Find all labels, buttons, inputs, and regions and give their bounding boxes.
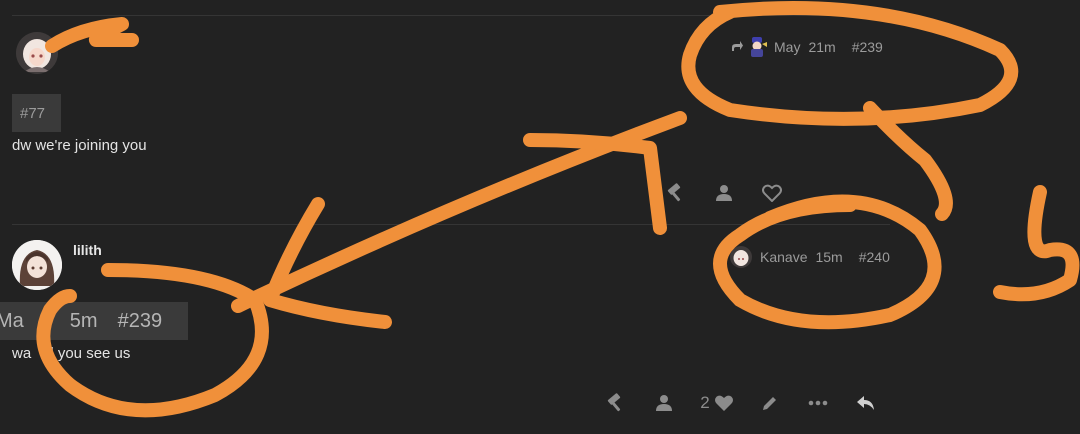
username[interactable]: lilith	[73, 242, 102, 258]
reply-to-chip[interactable]: #77	[12, 94, 61, 132]
tail-reply-meta	[863, 101, 953, 221]
arrow-head-lower	[263, 197, 392, 329]
quote-number: #239	[117, 309, 163, 332]
post-meta-239: May 21m #239	[730, 36, 883, 58]
admin-button[interactable]	[592, 388, 640, 418]
pencil-icon	[761, 394, 779, 412]
hammer-icon	[666, 183, 686, 203]
like-count[interactable]: 2	[700, 393, 709, 413]
edit-button[interactable]	[746, 388, 794, 418]
user-button[interactable]	[700, 178, 748, 208]
annotation-overlay	[36, 1, 1080, 418]
post-number[interactable]: #240	[859, 249, 890, 265]
circle-quote	[36, 263, 269, 418]
arrow-head-upper	[523, 133, 667, 235]
avatar[interactable]	[16, 32, 58, 74]
post-body: dw we're joining you	[12, 137, 147, 154]
reply-icon	[856, 394, 876, 412]
heart-icon	[762, 184, 782, 202]
post-time[interactable]: 21m	[808, 39, 835, 55]
like-button[interactable]: 2	[688, 388, 746, 418]
avatar[interactable]	[12, 240, 62, 290]
reply-button[interactable]	[842, 388, 890, 418]
number-five	[993, 185, 1080, 302]
user-button[interactable]	[640, 388, 688, 418]
reply-author[interactable]: May	[774, 39, 800, 55]
post-divider	[12, 224, 890, 225]
circle-reply-meta	[681, 1, 1019, 126]
more-button[interactable]	[794, 388, 842, 418]
post-actions-bottom: 2	[592, 388, 890, 418]
post-meta-240: Kanave 15m #240	[730, 246, 890, 268]
scribble-username	[45, 17, 139, 53]
avatar[interactable]	[748, 36, 768, 58]
reply-to-number: #77	[20, 104, 46, 122]
avatar[interactable]	[730, 246, 752, 268]
admin-button[interactable]	[652, 178, 700, 208]
user-icon	[655, 394, 673, 412]
like-button[interactable]	[748, 178, 796, 208]
reply-author[interactable]: Kanave	[760, 249, 807, 265]
post-number[interactable]: #239	[852, 39, 883, 55]
hammer-icon	[606, 393, 626, 413]
ellipsis-icon	[808, 400, 828, 406]
arrow-line	[231, 111, 687, 313]
share-arrow-icon	[730, 39, 744, 56]
heart-icon	[714, 394, 734, 412]
user-icon	[715, 184, 733, 202]
post-actions-top	[652, 178, 796, 208]
quote-reference[interactable]: Ma 5m #239	[0, 302, 188, 340]
post-body: wa till you see us	[12, 345, 131, 362]
quote-author: Ma	[0, 309, 24, 332]
quote-time: 5m	[69, 309, 98, 332]
post-time[interactable]: 15m	[815, 249, 842, 265]
top-divider	[12, 15, 890, 16]
